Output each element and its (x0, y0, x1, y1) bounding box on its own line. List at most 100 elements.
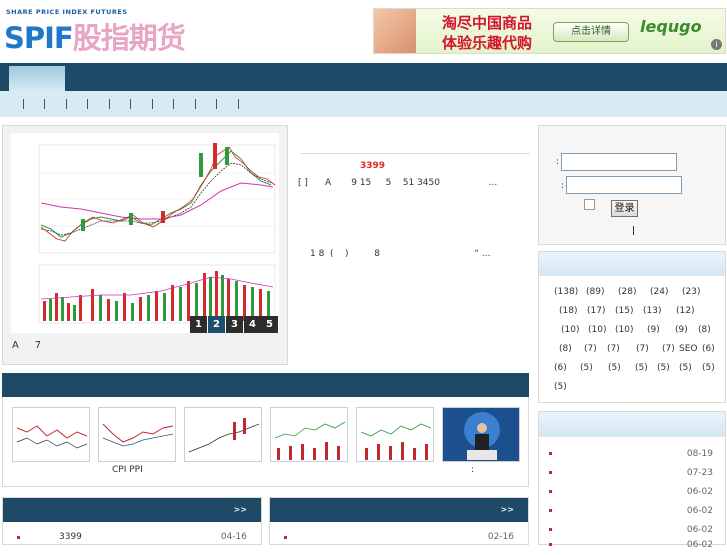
tag-item[interactable]: (8) (559, 344, 572, 354)
slide-page-1[interactable]: 1 (190, 316, 207, 333)
logo-latin: SPIF (4, 21, 74, 55)
tag-item[interactable]: (5) (554, 382, 567, 392)
news-box-middle: >> 02-16 (269, 497, 529, 545)
tag-item[interactable]: (89) (586, 287, 604, 297)
tag-item-seo[interactable]: SEO (679, 344, 697, 354)
tag-item[interactable]: (6) (702, 344, 715, 354)
headline-block: 3399 [ ] A 9 15 5 51 3450 ... 1 8 ( ) 8 … (296, 147, 530, 259)
tag-item[interactable]: (5) (608, 363, 621, 373)
tag-item[interactable]: (7) (607, 344, 620, 354)
tag-item[interactable]: (5) (580, 363, 593, 373)
tag-item[interactable]: (7) (662, 344, 675, 354)
slide-page-2[interactable]: 2 (208, 316, 225, 333)
subnav-divider (152, 99, 153, 109)
news-row[interactable]: 06-02 (539, 484, 725, 502)
news-date: 06-02 (686, 487, 713, 497)
bullet-icon (549, 490, 552, 493)
more-link[interactable]: >> (501, 505, 514, 514)
news-date: 04-16 (220, 532, 247, 542)
tag-item[interactable]: (17) (587, 306, 605, 316)
more-link[interactable]: >> (234, 505, 247, 514)
slide-caption[interactable]: A 7 (12, 340, 41, 351)
nav-item-home[interactable] (9, 66, 65, 91)
news-title[interactable]: 3399 (59, 532, 82, 542)
tag-item[interactable]: (8) (698, 325, 711, 335)
photo-strip: CPI PPI : (2, 397, 529, 487)
tag-item[interactable]: (5) (702, 363, 715, 373)
tag-cloud-box: (138) (89) (28) (24) (23) (18) (17) (15)… (538, 251, 726, 403)
tag-cloud-header (539, 252, 725, 276)
thumb-chart-5[interactable] (356, 407, 434, 462)
tag-item[interactable]: (5) (679, 363, 692, 373)
tag-item[interactable]: (28) (618, 287, 636, 297)
tag-item[interactable]: (10) (561, 325, 579, 335)
tag-item[interactable]: (9) (675, 325, 688, 335)
thumb-chart-1[interactable] (12, 407, 90, 462)
subnav-divider (173, 99, 174, 109)
remember-checkbox[interactable] (584, 199, 595, 210)
tag-item[interactable]: (12) (676, 306, 694, 316)
login-links-divider (633, 226, 634, 235)
news-box-middle-header: >> (270, 498, 528, 522)
headline-summary: [ ] A 9 15 5 51 3450 ... (298, 178, 498, 188)
news-date: 06-02 (686, 540, 713, 550)
main-nav (0, 63, 727, 91)
slide-image-stock-chart[interactable] (11, 133, 279, 333)
ad-info-icon[interactable]: i (711, 39, 722, 50)
thumb-caption-cpi-ppi[interactable]: CPI PPI (112, 465, 143, 475)
tag-item[interactable]: (5) (635, 363, 648, 373)
thumb-chart-3[interactable] (184, 407, 262, 462)
tag-item[interactable]: (7) (636, 344, 649, 354)
tag-item[interactable]: (23) (682, 287, 700, 297)
site-logo[interactable]: SHARE PRICE INDEX FUTURES SPIF股指期货 (4, 8, 194, 55)
tag-item[interactable]: (5) (657, 363, 670, 373)
tag-item[interactable]: (10) (588, 325, 606, 335)
bullet-icon (549, 452, 552, 455)
news-row[interactable]: 07-23 (539, 465, 725, 483)
ad-brand-logo: lequgo (640, 17, 702, 36)
tag-item[interactable]: (9) (647, 325, 660, 335)
slide-page-5[interactable]: 5 (261, 316, 278, 333)
thumb-photo-event[interactable] (442, 407, 520, 462)
ad-headline-2: 体验乐趣代购 (442, 34, 533, 52)
right-news-header (539, 412, 725, 437)
username-input[interactable] (561, 153, 677, 171)
tag-item[interactable]: (15) (615, 306, 633, 316)
headline-summary-2: 1 8 ( ) 8 “ ... (310, 249, 491, 259)
subnav-divider (109, 99, 110, 109)
news-date: 08-19 (686, 449, 713, 459)
logo-chinese: 股指期货 (72, 21, 186, 55)
slide-page-3[interactable]: 3 (226, 316, 243, 333)
ad-details-button[interactable]: 点击详情 (553, 22, 629, 42)
tag-item[interactable]: (18) (559, 306, 577, 316)
tag-item[interactable]: (10) (615, 325, 633, 335)
news-date: 06-02 (686, 506, 713, 516)
thumb-chart-2[interactable] (98, 407, 176, 462)
tag-item[interactable]: (138) (554, 287, 578, 297)
news-box-left-header: >> (3, 498, 261, 522)
login-button[interactable]: 登录 (611, 200, 638, 217)
tag-item[interactable]: (6) (554, 363, 567, 373)
bullet-icon (549, 471, 552, 474)
news-date: 02-16 (487, 532, 514, 542)
slide-page-4[interactable]: 4 (244, 316, 261, 333)
subnav-divider (23, 99, 24, 109)
news-row[interactable]: 06-02 (539, 537, 725, 555)
password-input[interactable] (566, 176, 682, 194)
subnav-divider (216, 99, 217, 109)
photo-strip-header (2, 373, 529, 397)
tag-item[interactable]: (24) (650, 287, 668, 297)
tag-item[interactable]: (7) (584, 344, 597, 354)
tag-item[interactable]: (13) (643, 306, 661, 316)
subnav-divider (87, 99, 88, 109)
thumb-caption-event[interactable]: : (471, 465, 474, 475)
subnav-divider (238, 99, 239, 109)
ad-model-image (374, 9, 416, 53)
thumb-chart-4[interactable] (270, 407, 348, 462)
news-row[interactable]: 08-19 (539, 446, 725, 464)
banner-ad[interactable]: 淘尽中国商品 体验乐趣代购 点击详情 lequgo i (373, 8, 726, 54)
headline-divider (300, 153, 530, 154)
news-row[interactable]: 06-02 (539, 503, 725, 521)
headline-title[interactable]: 3399 (360, 161, 385, 171)
right-news-box: 08-19 07-23 06-02 06-02 06-02 06-02 (538, 411, 726, 550)
